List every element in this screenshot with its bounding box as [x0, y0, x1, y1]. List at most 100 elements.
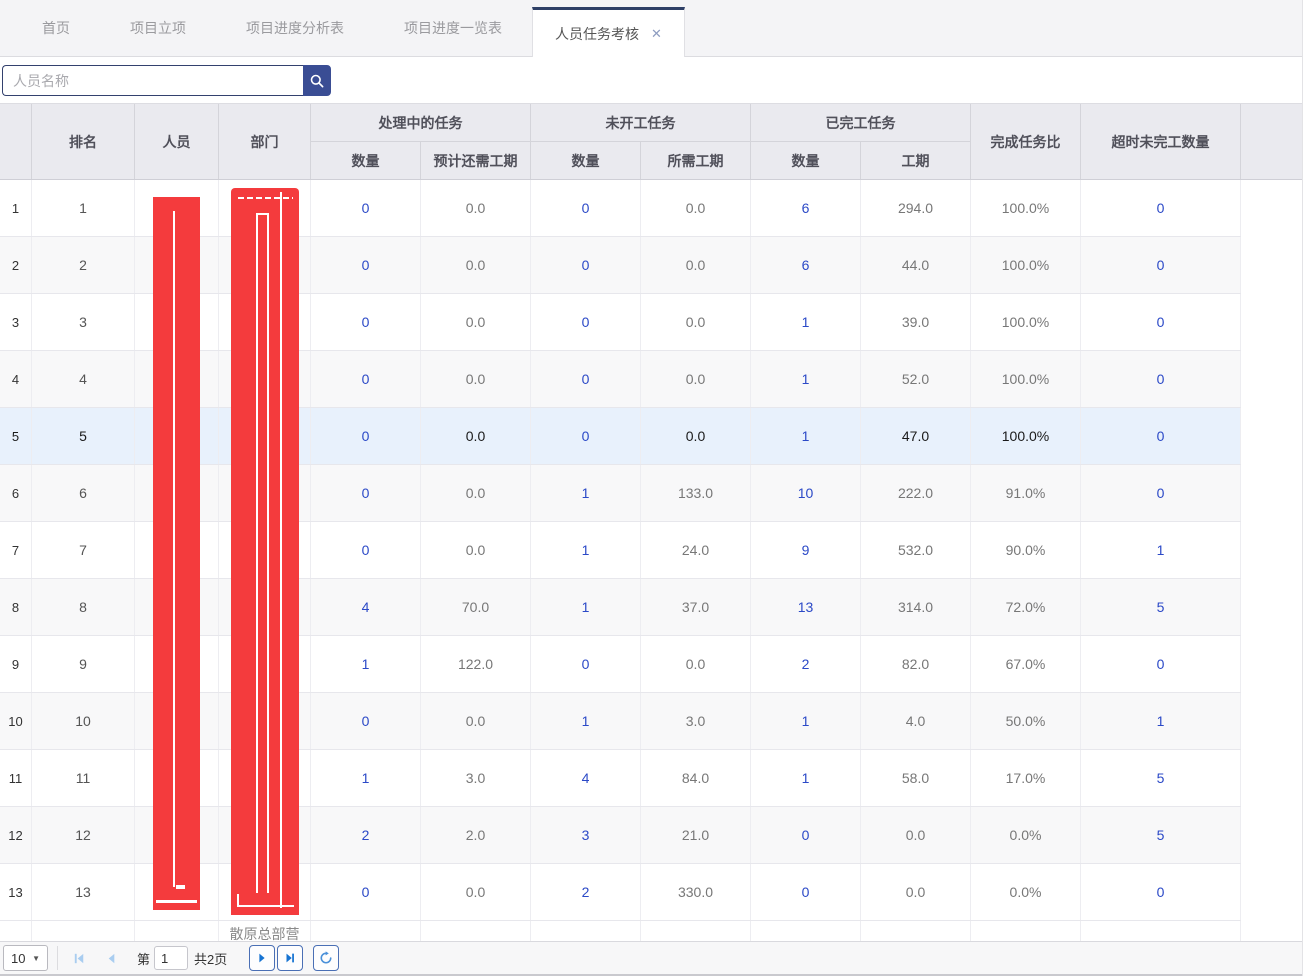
completion-ratio-cell: 100.0%: [971, 237, 1081, 293]
unstarted-count-link[interactable]: 1: [531, 465, 641, 521]
header-unstarted-count: 数量: [531, 142, 641, 179]
unstarted-count-link[interactable]: 0: [531, 636, 641, 692]
tab-home[interactable]: 首页: [12, 0, 100, 56]
processing-count-link[interactable]: 0: [311, 465, 421, 521]
last-page-button[interactable]: [277, 945, 303, 971]
tab-progress-overview[interactable]: 项目进度一览表: [374, 0, 532, 56]
next-page-button[interactable]: [249, 945, 275, 971]
prev-page-button[interactable]: [99, 946, 123, 970]
rank-cell: 5: [32, 408, 135, 464]
completed-count-link[interactable]: 6: [751, 237, 861, 293]
completed-count-link[interactable]: 1: [751, 408, 861, 464]
processing-duration-cell: 0.0: [421, 237, 531, 293]
processing-count-link[interactable]: 0: [311, 864, 421, 920]
rank-cell: 2: [32, 237, 135, 293]
unstarted-count-link[interactable]: 0: [531, 180, 641, 236]
page-size-select[interactable]: 10 ▼: [3, 945, 48, 971]
unstarted-duration-cell: 0.0: [641, 294, 751, 350]
overdue-count-link[interactable]: 0: [1081, 408, 1241, 464]
refresh-button[interactable]: [313, 945, 339, 971]
overdue-count-link[interactable]: 0: [1081, 237, 1241, 293]
redaction-artifact: [156, 900, 197, 903]
completed-count-link[interactable]: 9: [751, 522, 861, 578]
unstarted-count-link[interactable]: 0: [531, 351, 641, 407]
row-index-cell: 1: [0, 180, 32, 236]
completed-count-link[interactable]: 1: [751, 351, 861, 407]
row-index-cell: 3: [0, 294, 32, 350]
unstarted-duration-cell: 24.0: [641, 522, 751, 578]
tab-progress-analysis[interactable]: 项目进度分析表: [216, 0, 374, 56]
tab-personnel-assessment[interactable]: 人员任务考核 ✕: [532, 7, 685, 57]
row-index-cell: 8: [0, 579, 32, 635]
unstarted-duration-cell: 133.0: [641, 465, 751, 521]
completed-count-link[interactable]: 13: [751, 579, 861, 635]
close-icon[interactable]: ✕: [651, 26, 662, 42]
unstarted-count-link[interactable]: 4: [531, 750, 641, 806]
processing-count-link[interactable]: 4: [311, 579, 421, 635]
rank-cell: 8: [32, 579, 135, 635]
processing-count-link[interactable]: 0: [311, 693, 421, 749]
completed-count-link[interactable]: 10: [751, 465, 861, 521]
redaction-artifact: [280, 192, 282, 908]
overdue-count-link[interactable]: 0: [1081, 636, 1241, 692]
unstarted-count-link[interactable]: 1: [531, 522, 641, 578]
completed-count-link[interactable]: 0: [751, 864, 861, 920]
unstarted-count-link[interactable]: 3: [531, 807, 641, 863]
processing-duration-cell: 0.0: [421, 864, 531, 920]
unstarted-count-link[interactable]: 0: [531, 408, 641, 464]
completed-count-link[interactable]: 6: [751, 180, 861, 236]
completed-duration-cell: 39.0: [861, 294, 971, 350]
completed-count-link[interactable]: 1: [751, 294, 861, 350]
unstarted-count-link[interactable]: 0: [531, 237, 641, 293]
unstarted-count-link[interactable]: 0: [531, 294, 641, 350]
rank-cell: 13: [32, 864, 135, 920]
completed-count-link[interactable]: 0: [751, 807, 861, 863]
redaction-artifact: [176, 885, 185, 889]
overdue-count-link[interactable]: 0: [1081, 351, 1241, 407]
processing-duration-cell: 3.0: [421, 750, 531, 806]
unstarted-count-link[interactable]: 1: [531, 693, 641, 749]
processing-count-link[interactable]: 2: [311, 807, 421, 863]
processing-count-link[interactable]: 0: [311, 351, 421, 407]
processing-count-link[interactable]: 1: [311, 636, 421, 692]
overdue-count-link[interactable]: 5: [1081, 807, 1241, 863]
overdue-count-link[interactable]: 5: [1081, 579, 1241, 635]
overdue-count-link[interactable]: 1: [1081, 693, 1241, 749]
current-page-input[interactable]: [154, 946, 188, 970]
overdue-count-link[interactable]: 1: [1081, 522, 1241, 578]
overdue-count-link[interactable]: 0: [1081, 180, 1241, 236]
completion-ratio-cell: 50.0%: [971, 693, 1081, 749]
search-button[interactable]: [303, 65, 331, 96]
row-index-cell: 10: [0, 693, 32, 749]
processing-duration-cell: 0.0: [421, 408, 531, 464]
first-page-button[interactable]: [67, 946, 91, 970]
header-rank: 排名: [32, 104, 135, 179]
processing-count-link[interactable]: 0: [311, 408, 421, 464]
completed-count-link[interactable]: 1: [751, 750, 861, 806]
overdue-count-link[interactable]: 5: [1081, 750, 1241, 806]
overdue-count-link[interactable]: 0: [1081, 465, 1241, 521]
unstarted-duration-cell: 37.0: [641, 579, 751, 635]
completed-count-link[interactable]: 2: [751, 636, 861, 692]
redaction-dept-overlay: [231, 188, 299, 915]
tab-project-initiation[interactable]: 项目立项: [100, 0, 216, 56]
tab-personnel-assessment-label: 人员任务考核: [555, 24, 639, 44]
overdue-count-link[interactable]: 0: [1081, 864, 1241, 920]
completed-count-link[interactable]: 1: [751, 693, 861, 749]
processing-count-link[interactable]: 0: [311, 180, 421, 236]
processing-count-link[interactable]: 0: [311, 237, 421, 293]
overdue-count-link[interactable]: 0: [1081, 294, 1241, 350]
header-dept: 部门: [219, 104, 311, 179]
processing-count-link[interactable]: 1: [311, 750, 421, 806]
processing-count-link[interactable]: 0: [311, 294, 421, 350]
processing-count-link[interactable]: 0: [311, 522, 421, 578]
page-total-label: 共2页: [194, 949, 227, 968]
unstarted-count-link[interactable]: 1: [531, 579, 641, 635]
person-name-search-input[interactable]: [2, 65, 303, 96]
redaction-person-overlay: [153, 197, 200, 910]
row-index-cell: 13: [0, 864, 32, 920]
completion-ratio-cell: 90.0%: [971, 522, 1081, 578]
completion-ratio-cell: 0.0%: [971, 864, 1081, 920]
rank-cell: 3: [32, 294, 135, 350]
unstarted-count-link[interactable]: 2: [531, 864, 641, 920]
